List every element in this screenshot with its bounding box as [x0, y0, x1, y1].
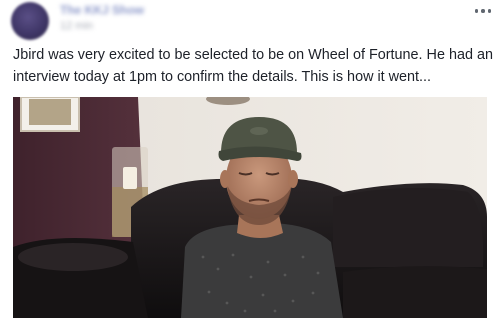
more-options-button[interactable] — [470, 0, 496, 22]
post-text: Jbird was very excited to be selected to… — [13, 47, 493, 85]
page-name-link[interactable]: The KKJ Show — [60, 3, 144, 17]
post-timestamp[interactable]: 12 min — [60, 20, 93, 32]
page-avatar[interactable] — [11, 2, 49, 40]
post-video[interactable] — [13, 97, 487, 318]
video-thumbnail — [13, 97, 487, 318]
more-horizontal-icon — [474, 9, 479, 13]
post-header: The KKJ Show 12 min — [0, 0, 500, 40]
